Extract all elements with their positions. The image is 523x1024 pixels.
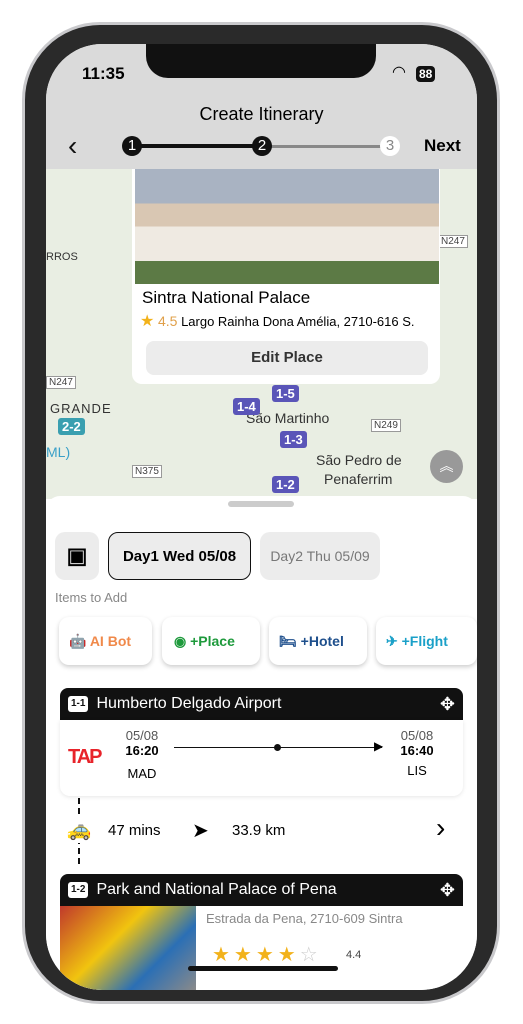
bottom-sheet: ▣ Day1 Wed 05/08 Day2 Thu 05/09 Items to… [46,496,477,990]
arrival-time: 16:40 [400,743,434,758]
step-2: 2 [252,136,272,156]
sheet-handle[interactable] [228,501,294,507]
place-name: Sintra National Palace [142,288,311,307]
drag-move-icon[interactable]: ✥ [440,874,455,906]
item-title: Humberto Delgado Airport [96,695,282,712]
home-indicator [188,966,338,971]
notch [146,44,376,78]
wifi-icon: ◠ [392,64,406,81]
item-tag: 1-2 [68,881,89,898]
status-time: 11:35 [82,64,125,83]
arrow-right-icon: ▶ [374,739,384,753]
arrival-code: LIS [407,763,427,778]
place-address: Largo Rainha Dona Amélia, 2710-616 S. [181,314,415,329]
map-label: Penaferrim [324,471,393,487]
step-1: 1 [122,136,142,156]
chevron-right-icon[interactable]: › [436,812,445,844]
add-flight-button[interactable]: ✈ +Flight [376,617,477,665]
place-rating: 4.5 [157,313,178,329]
edit-place-button[interactable]: Edit Place [146,341,428,375]
place-photo [60,906,196,990]
road-sign: N249 [371,419,401,432]
star-empty-icon: ☆ [299,944,322,966]
add-hotel-button[interactable]: 🛏 +Hotel [269,617,367,665]
calendar-icon[interactable]: ▣ [55,532,99,580]
step-3: 3 [380,136,400,156]
next-button[interactable]: Next [424,136,461,156]
map-label: GRANDE [50,401,112,416]
ai-bot-button[interactable]: 🤖 AI Bot [59,617,152,665]
map-pin[interactable]: 1-4 [233,398,260,415]
map-pin[interactable]: 1-2 [272,476,299,493]
item-header[interactable]: 1-2 Park and National Palace of Pena ✥ [60,874,463,906]
star-icon: ★ [140,313,155,330]
item-header[interactable]: 1-1 Humberto Delgado Airport ✥ [60,688,463,720]
day-tab-1[interactable]: Day1 Wed 05/08 [108,532,251,580]
departure-time: 16:20 [125,743,159,758]
place-photo [135,169,439,284]
stop-dot [274,744,281,751]
map-label: RROS [46,251,78,263]
expand-up-icon[interactable]: ︽ [430,450,463,483]
button-label: +Place [190,633,235,649]
map-label: ML) [46,444,71,460]
header: 11:35 ◠ 88 Create Itinerary ‹ 1 2 3 Next [46,44,477,169]
location-pin-icon: ◉ [174,633,187,649]
place-address: Estrada da Pena, 2710-609 Sintra [206,911,403,926]
screen: 11:35 ◠ 88 Create Itinerary ‹ 1 2 3 Next… [46,44,477,990]
progress-done [132,144,262,148]
airplane-icon: ✈ [386,633,398,649]
day-tab-2[interactable]: Day2 Thu 05/09 [260,532,380,580]
button-label: AI Bot [89,633,132,649]
road-sign: N247 [46,376,76,389]
map-pin[interactable]: 1-5 [272,385,299,402]
place-rating: 4.4 [346,949,362,961]
map-pin[interactable]: 1-3 [280,431,307,448]
map-label: São Pedro de [316,452,402,468]
map-pin[interactable]: 2-2 [58,418,85,435]
place-card: Sintra National Palace ★ 4.5 Largo Rainh… [132,169,440,384]
road-sign: N375 [132,465,162,478]
star-rating: ★★★★☆ [212,942,322,967]
flight-card[interactable]: TAP 05/08 16:20 MAD ▶ 05/08 16:40 LIS [60,720,463,796]
navigation-arrow-icon: ➤ [192,820,209,842]
arrival-date: 05/08 [400,728,434,743]
road-sign: N247 [438,235,468,248]
taxi-icon: 🚕 [66,817,92,843]
battery-indicator: 88 [416,66,436,82]
back-chevron-icon[interactable]: ‹ [68,130,77,162]
button-label: +Hotel [300,633,344,649]
departure-code: MAD [127,766,157,781]
page-title: Create Itinerary [199,104,324,124]
bed-icon: 🛏 [279,633,297,649]
item-title: Park and National Palace of Pena [96,881,337,898]
star-icon: ★★★★ [212,944,300,966]
transit-distance: 33.9 km [232,822,286,839]
departure-date: 05/08 [125,728,159,743]
robot-icon: 🤖 [69,633,87,649]
button-label: +Flight [401,633,448,649]
transit-duration: 47 mins [108,822,161,839]
add-place-button[interactable]: ◉ +Place [162,617,260,665]
progress-remaining [262,145,390,148]
item-tag: 1-1 [68,695,89,712]
drag-move-icon[interactable]: ✥ [440,688,455,720]
airline-logo: TAP [68,746,102,768]
items-to-add-label: Items to Add [55,590,128,605]
